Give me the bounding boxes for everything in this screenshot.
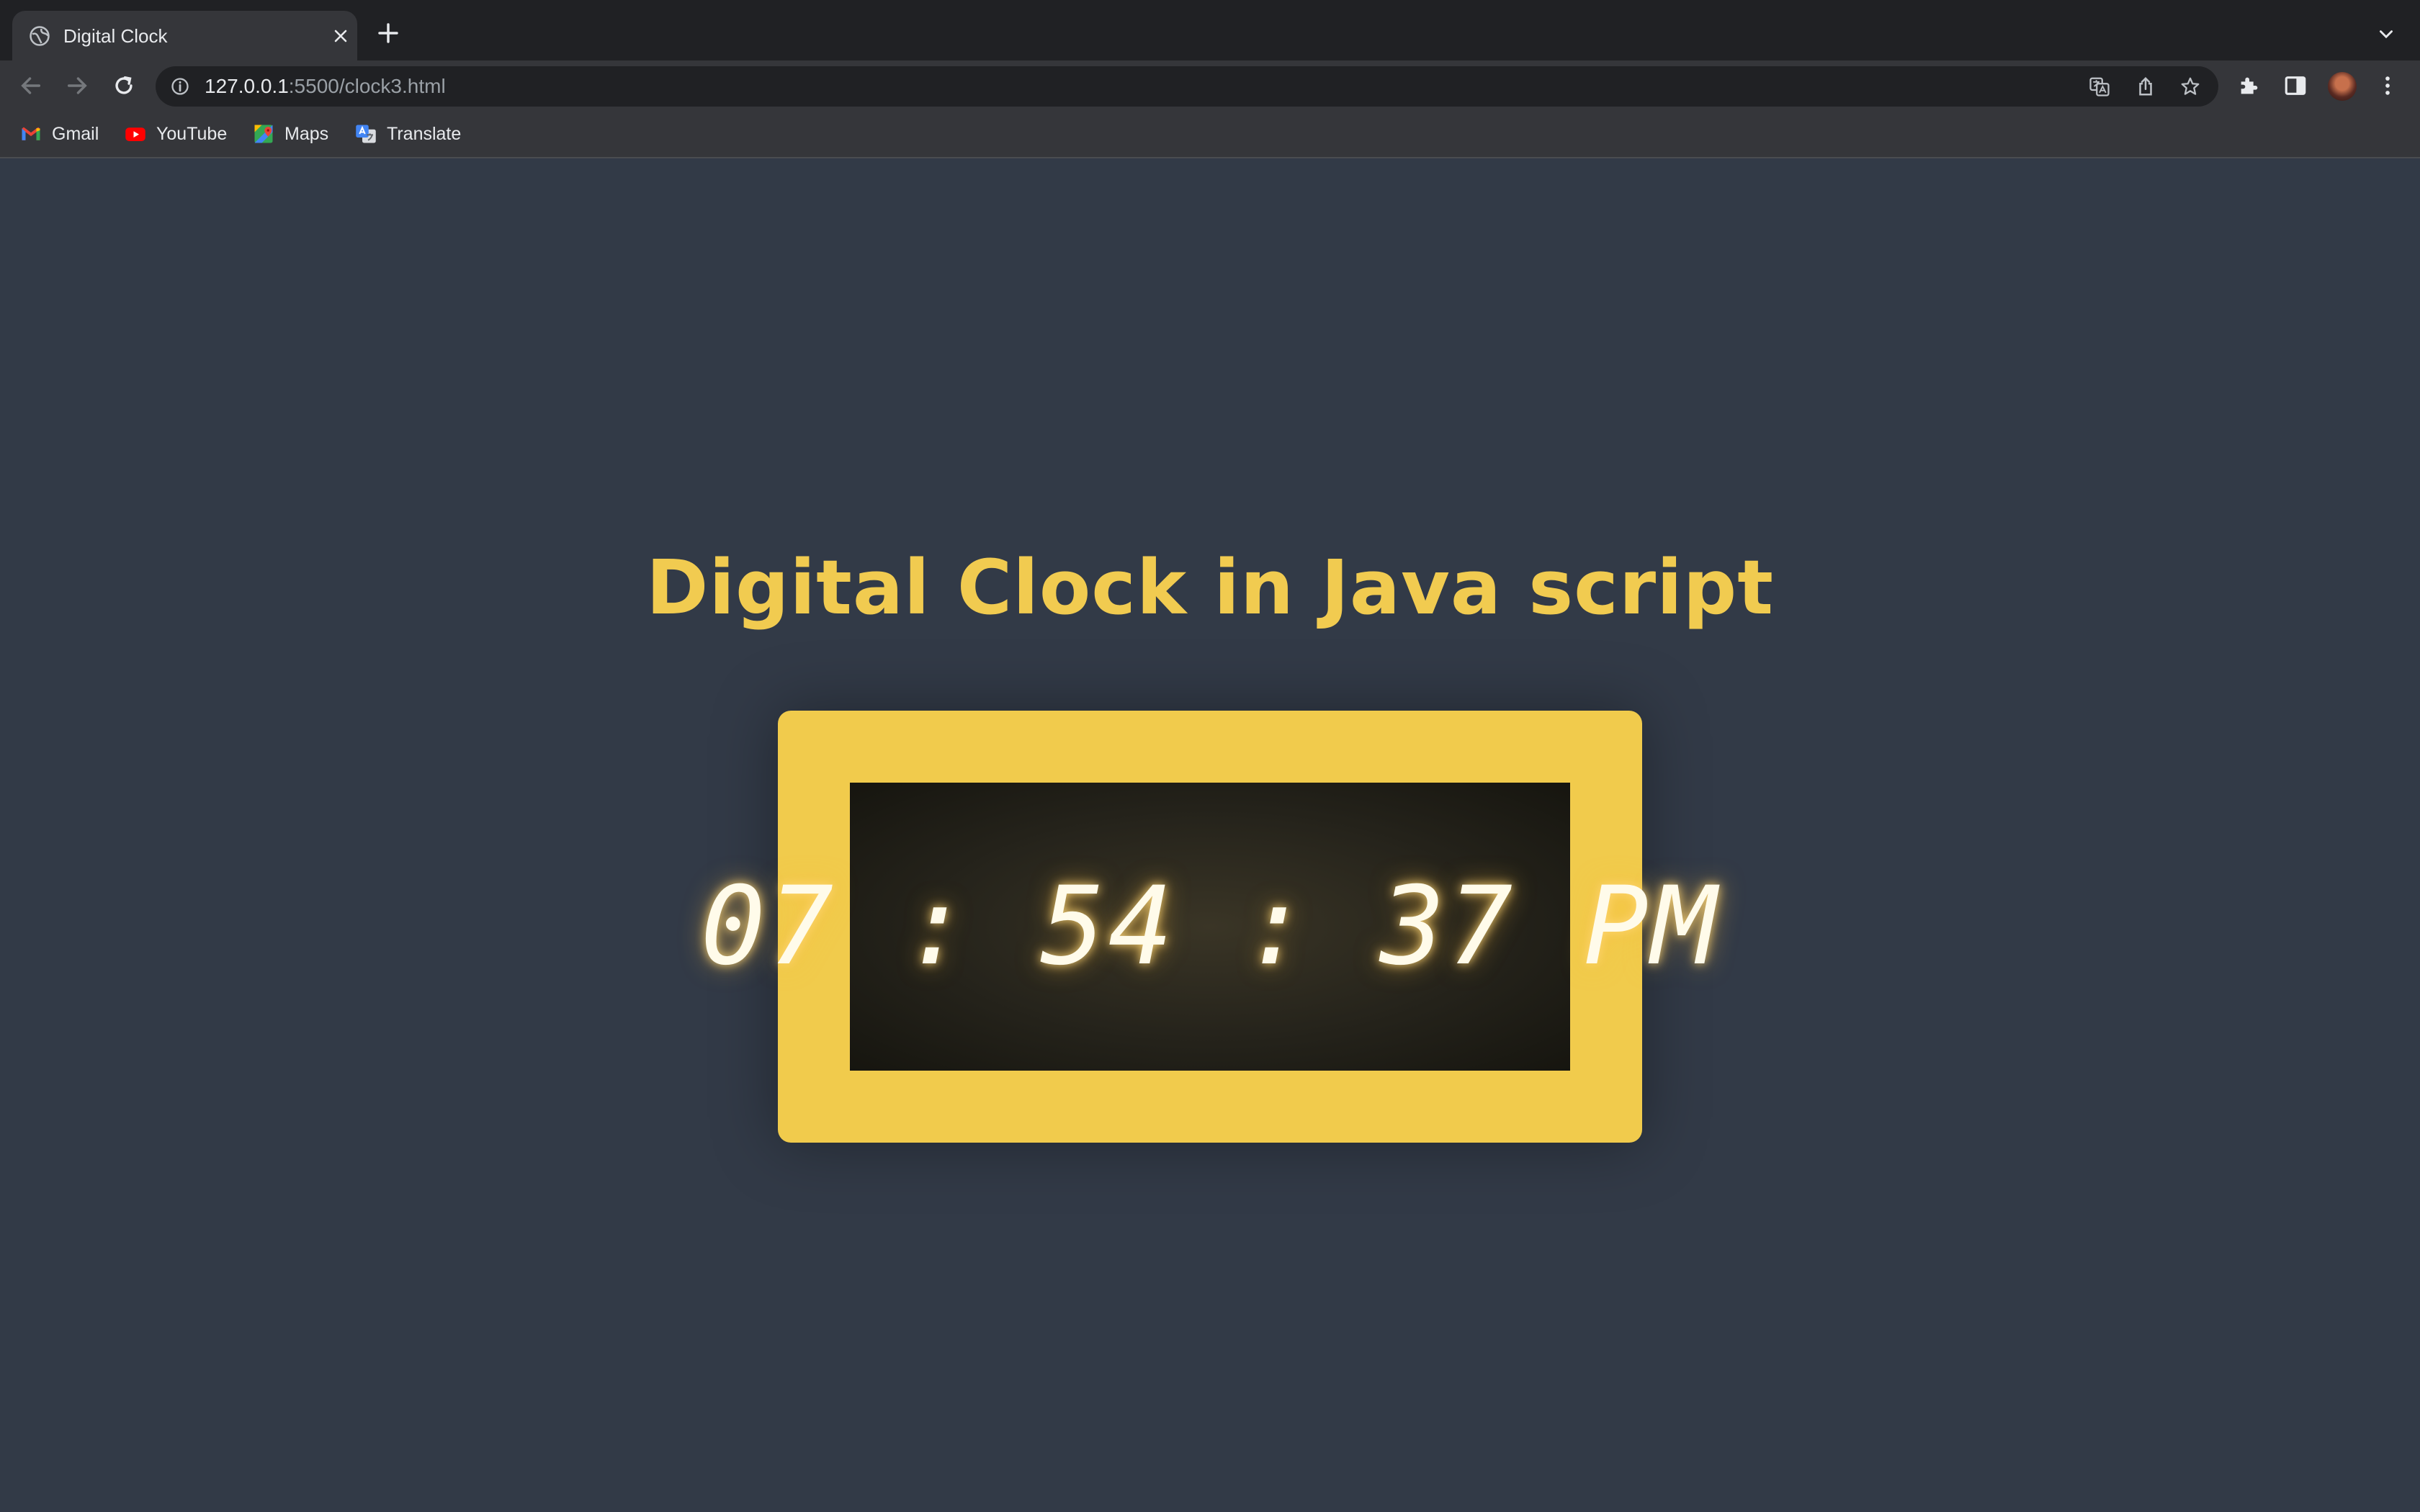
translate-page-icon[interactable]	[2089, 76, 2110, 97]
tab-strip: Digital Clock	[0, 0, 2420, 60]
globe-icon	[30, 26, 50, 46]
tab-title: Digital Clock	[63, 25, 168, 47]
bookmark-label-maps: Maps	[284, 123, 329, 144]
browser-toolbar: 127.0.0.1:5500/clock3.html	[0, 60, 2420, 111]
side-panel-icon[interactable]	[2283, 73, 2308, 98]
youtube-icon	[125, 127, 145, 141]
bookmark-label-youtube: YouTube	[156, 123, 228, 144]
forward-icon[interactable]	[65, 73, 89, 98]
bookmark-label-translate: Translate	[387, 123, 462, 144]
url-text[interactable]: 127.0.0.1:5500/clock3.html	[205, 74, 446, 99]
more-menu-icon[interactable]	[2375, 73, 2400, 98]
bookmark-gmail[interactable]: Gmail	[20, 121, 99, 147]
url-path: :5500/clock3.html	[288, 75, 446, 97]
bookmarks-bar: Gmail YouTube Maps Translate	[0, 111, 2420, 158]
share-icon[interactable]	[2135, 76, 2156, 97]
bookmark-star-icon[interactable]	[2179, 76, 2201, 97]
chevron-down-icon[interactable]	[2377, 25, 2396, 44]
page-title: Digital Clock in Java script	[646, 544, 1774, 631]
gmail-icon	[22, 127, 40, 140]
info-icon[interactable]	[170, 76, 190, 96]
reload-icon[interactable]	[112, 73, 136, 98]
url-host: 127.0.0.1	[205, 75, 289, 97]
tab-digital-clock[interactable]: Digital Clock	[12, 11, 357, 60]
bookmark-youtube[interactable]: YouTube	[125, 121, 227, 147]
maps-icon	[254, 125, 273, 143]
back-icon[interactable]	[19, 73, 43, 98]
profile-avatar[interactable]	[2328, 72, 2357, 101]
clock-time: 07 : 54 : 37 PM	[700, 864, 1720, 989]
extensions-icon[interactable]	[2237, 73, 2262, 98]
translate-icon	[356, 125, 376, 143]
page-content: Digital Clock in Java script 07 : 54 : 3…	[0, 159, 2420, 1512]
bookmark-label-gmail: Gmail	[52, 123, 99, 144]
clock-display: 07 : 54 : 37 PM	[700, 783, 1720, 1071]
bookmark-translate[interactable]: Translate	[355, 121, 461, 147]
clock-frame: 07 : 54 : 37 PM	[700, 711, 1720, 1143]
address-bar[interactable]: 127.0.0.1:5500/clock3.html	[156, 66, 2218, 107]
bookmark-maps[interactable]: Maps	[253, 121, 328, 147]
new-tab-icon[interactable]	[377, 22, 400, 45]
close-icon[interactable]	[332, 27, 349, 45]
